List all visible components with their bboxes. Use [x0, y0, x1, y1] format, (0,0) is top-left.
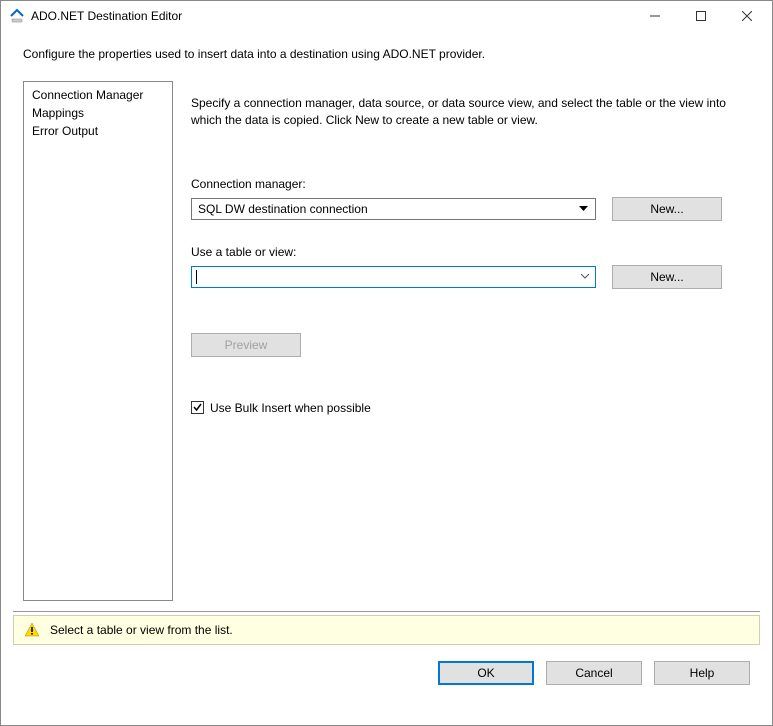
sidebar: Connection Manager Mappings Error Output	[23, 81, 173, 601]
main-panel: Specify a connection manager, data sourc…	[191, 81, 750, 601]
connection-manager-dropdown[interactable]: SQL DW destination connection	[191, 198, 596, 220]
chevron-down-icon	[575, 201, 591, 217]
content-area: Connection Manager Mappings Error Output…	[1, 81, 772, 601]
cancel-button[interactable]: Cancel	[546, 661, 642, 685]
close-button[interactable]	[724, 1, 770, 31]
app-icon	[9, 8, 25, 24]
sidebar-item-mappings[interactable]: Mappings	[24, 104, 172, 122]
warning-icon	[24, 622, 40, 638]
titlebar: ADO.NET Destination Editor	[1, 1, 772, 31]
sidebar-item-error-output[interactable]: Error Output	[24, 122, 172, 140]
panel-instruction: Specify a connection manager, data sourc…	[191, 95, 750, 129]
help-button[interactable]: Help	[654, 661, 750, 685]
new-connection-button[interactable]: New...	[612, 197, 722, 221]
connection-manager-label: Connection manager:	[191, 177, 750, 191]
sidebar-item-connection-manager[interactable]: Connection Manager	[24, 86, 172, 104]
chevron-down-icon	[578, 270, 592, 284]
status-message: Select a table or view from the list.	[50, 623, 233, 637]
minimize-button[interactable]	[632, 1, 678, 31]
table-view-field: Use a table or view: New...	[191, 245, 750, 289]
bulk-insert-checkbox[interactable]	[191, 401, 204, 414]
sidebar-item-label: Mappings	[32, 106, 84, 120]
table-view-combobox[interactable]	[191, 266, 596, 288]
button-bar: OK Cancel Help	[1, 645, 772, 701]
preview-button: Preview	[191, 333, 301, 357]
new-table-button[interactable]: New...	[612, 265, 722, 289]
preview-row: Preview	[191, 333, 750, 357]
bulk-insert-option[interactable]: Use Bulk Insert when possible	[191, 401, 750, 415]
connection-manager-value: SQL DW destination connection	[198, 202, 368, 216]
connection-manager-field: Connection manager: SQL DW destination c…	[191, 177, 750, 221]
maximize-button[interactable]	[678, 1, 724, 31]
sidebar-item-label: Connection Manager	[32, 88, 143, 102]
ok-button[interactable]: OK	[438, 661, 534, 685]
dialog-description: Configure the properties used to insert …	[1, 31, 772, 71]
sidebar-item-label: Error Output	[32, 124, 98, 138]
bulk-insert-label: Use Bulk Insert when possible	[210, 401, 371, 415]
text-caret	[196, 270, 197, 284]
table-view-label: Use a table or view:	[191, 245, 750, 259]
window-title: ADO.NET Destination Editor	[31, 9, 632, 23]
status-bar: Select a table or view from the list.	[13, 611, 760, 645]
